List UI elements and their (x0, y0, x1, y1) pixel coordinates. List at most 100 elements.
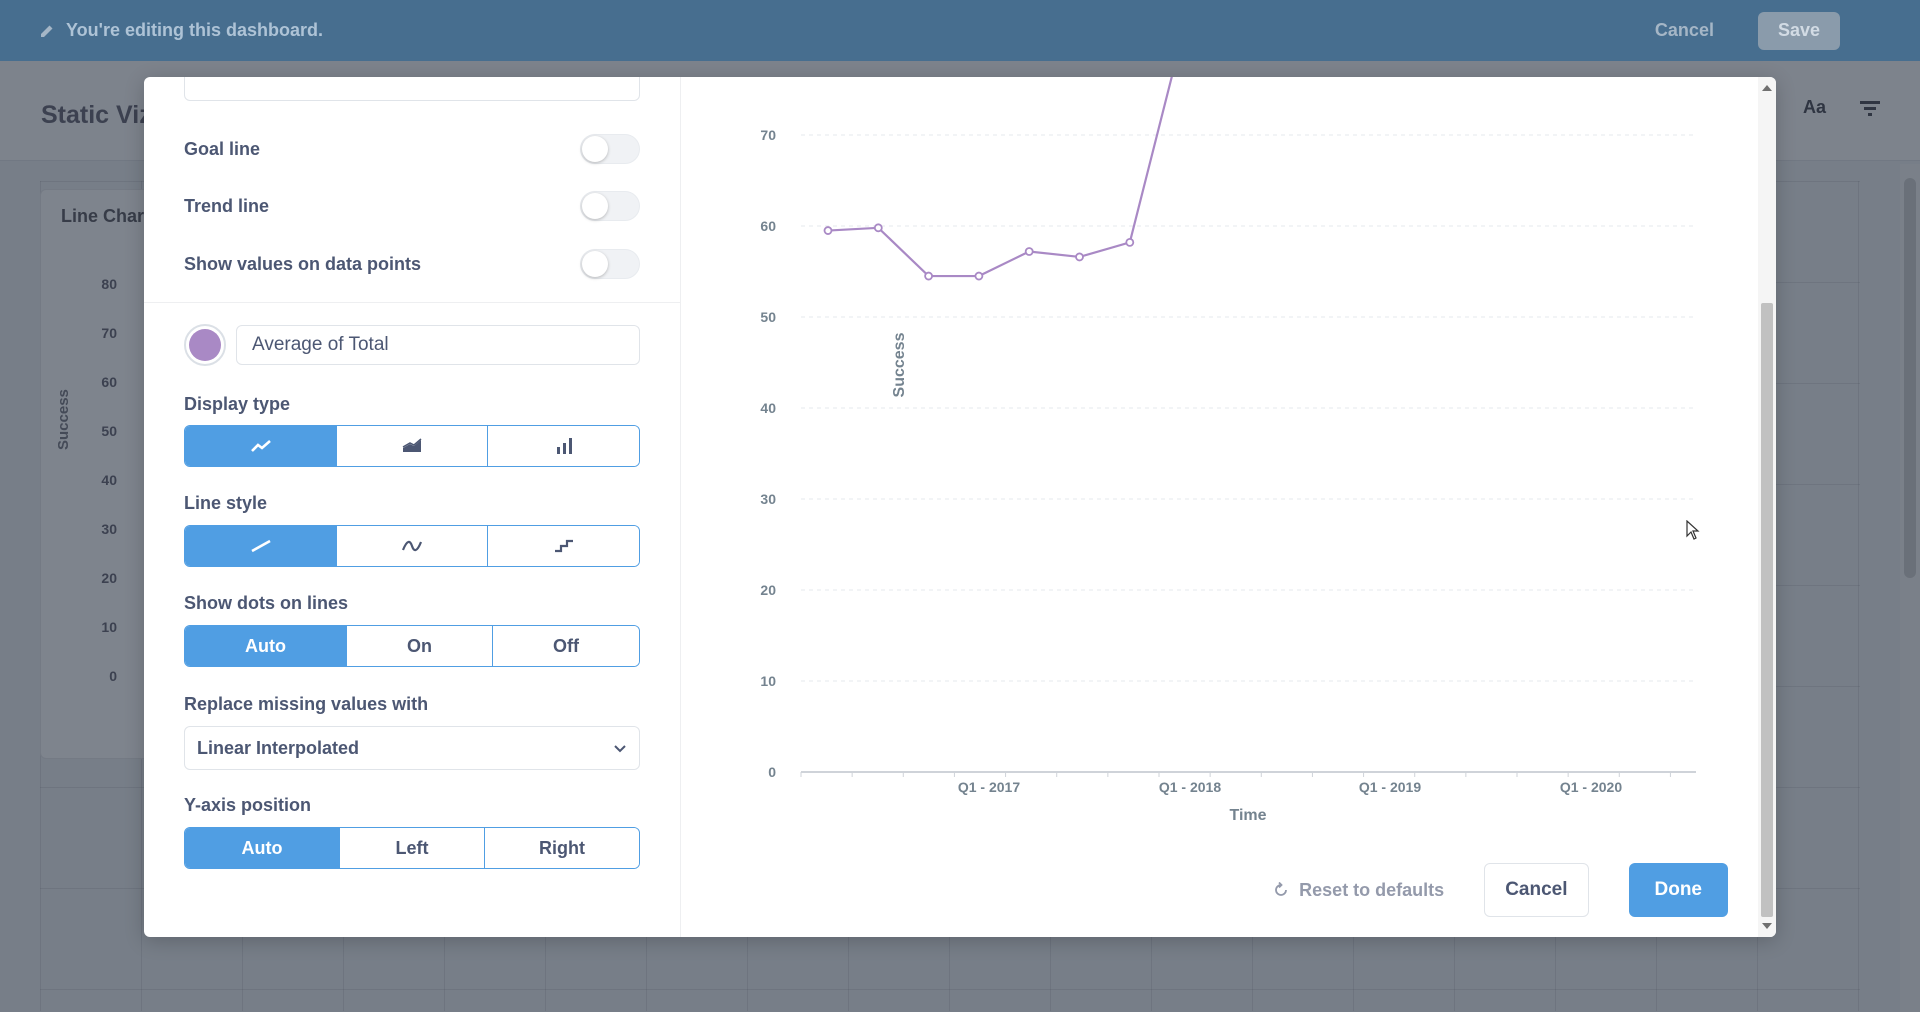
edit-mode-bar: You're editing this dashboard. Cancel Sa… (0, 0, 1920, 61)
y-tick-label: 20 (760, 582, 776, 598)
cancel-button[interactable]: Cancel (1484, 863, 1589, 917)
x-tick-label: Q1 - 2020 (1560, 779, 1622, 795)
y-tick-label: 30 (760, 491, 776, 507)
goal-line-toggle[interactable] (580, 134, 640, 164)
trend-line-toggle[interactable] (580, 191, 640, 221)
data-point (823, 226, 833, 235)
series-line (827, 77, 1173, 278)
missing-values-select[interactable]: Linear Interpolated (184, 726, 640, 770)
card-y-tick: 40 (101, 472, 117, 488)
data-point (924, 271, 934, 281)
display-type-bar[interactable] (488, 426, 639, 466)
line-chart-icon (250, 440, 271, 452)
curved-line-icon (401, 540, 423, 552)
card-y-axis-label: Success (55, 389, 72, 450)
x-axis-label: Time (1229, 807, 1266, 824)
section-divider (144, 302, 681, 303)
series-color-picker[interactable] (184, 324, 226, 366)
series-name-input[interactable]: Average of Total (236, 325, 640, 365)
show-values-toggle[interactable] (580, 249, 640, 279)
line-style-label: Line style (184, 493, 268, 513)
edit-cancel-button[interactable]: Cancel (1635, 12, 1734, 50)
card-y-tick: 70 (101, 325, 117, 341)
filter-icon[interactable] (1860, 100, 1880, 116)
y-axis-auto[interactable]: Auto (185, 828, 340, 868)
card-y-tick: 0 (109, 668, 117, 684)
toggle-knob (582, 136, 608, 162)
card-y-tick: 80 (101, 276, 117, 292)
y-axis-right[interactable]: Right (485, 828, 639, 868)
card-y-tick: 50 (101, 423, 117, 439)
edit-mode-text: You're editing this dashboard. (66, 20, 323, 40)
goal-line-label: Goal line (184, 138, 261, 159)
data-point (873, 223, 883, 233)
edit-mode-message: You're editing this dashboard. (40, 20, 323, 41)
font-settings-button[interactable]: Aa (1803, 97, 1826, 118)
page-scrollbar-thumb[interactable] (1904, 178, 1916, 578)
display-type-line[interactable] (185, 426, 337, 466)
chart-preview: 0 10 20 30 40 50 60 70 Q1 - 2017 Q1 - 2018 Q1 - 20… (681, 77, 1776, 937)
show-dots-on[interactable]: On (347, 626, 493, 666)
card-y-tick: 10 (101, 619, 117, 635)
line-style-selector (184, 525, 640, 567)
edit-save-button[interactable]: Save (1757, 11, 1840, 50)
y-axis-position-selector: Auto Left Right (184, 827, 640, 869)
step-line-icon (554, 539, 573, 553)
show-dots-auto[interactable]: Auto (185, 626, 347, 666)
modal-footer: Reset to defaults Cancel Done (1273, 863, 1728, 917)
show-dots-label: Show dots on lines (184, 593, 349, 613)
y-tick-label: 70 (760, 127, 776, 143)
settings-sidebar: Goal line Trend line Show values on data… (144, 77, 681, 937)
show-dots-off[interactable]: Off (493, 626, 639, 666)
line-chart: 0 10 20 30 40 50 60 70 Q1 - 2017 Q1 - 2018 Q1 - 20… (760, 77, 1696, 824)
linear-line-icon (250, 539, 271, 553)
missing-values-value: Linear Interpolated (197, 737, 360, 758)
x-tick-label: Q1 - 2018 (1159, 779, 1221, 795)
show-values-row: Show values on data points (184, 244, 640, 284)
card-title: Line Chart (61, 206, 151, 226)
card-y-tick: 30 (101, 521, 117, 537)
scroll-down-arrow-icon[interactable] (1762, 923, 1772, 929)
goal-line-row: Goal line (184, 129, 640, 169)
reset-to-defaults-button[interactable]: Reset to defaults (1273, 880, 1444, 901)
x-tick-label: Q1 - 2017 (958, 779, 1020, 795)
data-point (1075, 252, 1084, 262)
y-tick-label: 10 (760, 673, 776, 689)
settings-field[interactable] (184, 77, 640, 101)
y-tick-label: 60 (760, 218, 776, 234)
y-axis-label: Success (891, 332, 908, 397)
line-style-linear[interactable] (185, 526, 337, 566)
trend-line-label: Trend line (184, 195, 270, 216)
reset-label: Reset to defaults (1299, 879, 1445, 900)
line-style-step[interactable] (488, 526, 639, 566)
scroll-up-arrow-icon[interactable] (1762, 85, 1772, 91)
card-y-tick: 60 (101, 374, 117, 390)
chevron-down-icon (614, 745, 626, 753)
data-point (1125, 237, 1135, 247)
page-scrollbar[interactable] (1900, 164, 1920, 1012)
missing-values-label: Replace missing values with (184, 694, 429, 714)
x-tick-label: Q1 - 2019 (1359, 779, 1421, 795)
series-color-dot (189, 329, 221, 361)
display-type-selector (184, 425, 640, 467)
dashboard-card: Line Chart Success 80 70 60 50 40 30 20 … (40, 189, 160, 759)
modal-scrollbar[interactable] (1758, 77, 1776, 937)
modal-scrollbar-thumb[interactable] (1761, 303, 1773, 917)
show-dots-selector: Auto On Off (184, 625, 640, 667)
toggle-knob (582, 251, 608, 277)
card-y-tick: 20 (101, 570, 117, 586)
y-axis-position-label: Y-axis position (184, 795, 312, 815)
pencil-icon (41, 25, 53, 37)
toggle-knob (582, 193, 608, 219)
trend-line-row: Trend line (184, 186, 640, 226)
bar-chart-icon (556, 438, 572, 454)
display-type-label: Display type (184, 394, 291, 414)
line-style-curved[interactable] (337, 526, 488, 566)
y-tick-label: 50 (760, 309, 776, 325)
data-point (1024, 247, 1034, 256)
display-type-area[interactable] (337, 426, 488, 466)
done-button[interactable]: Done (1628, 863, 1728, 917)
y-tick-label: 40 (760, 400, 776, 416)
show-values-label: Show values on data points (184, 253, 422, 274)
y-axis-left[interactable]: Left (340, 828, 485, 868)
